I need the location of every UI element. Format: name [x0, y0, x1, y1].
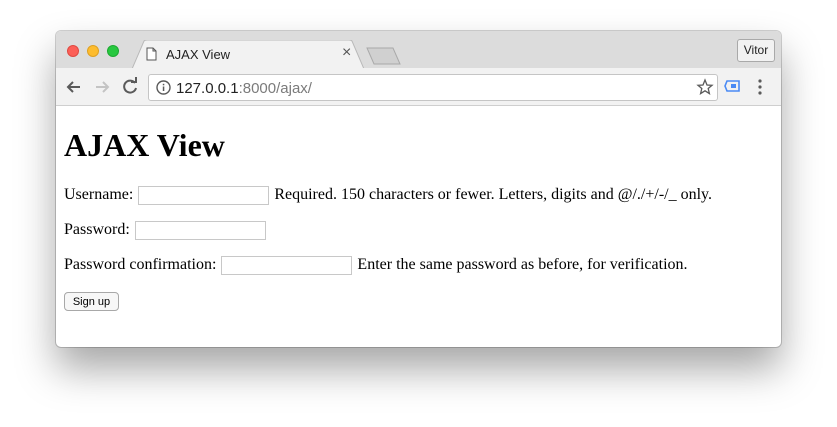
password-confirmation-input[interactable] [221, 256, 353, 275]
password-confirmation-label: Password confirmation: [64, 256, 217, 274]
window-close-button[interactable] [67, 45, 79, 57]
url-text: 127.0.0.1:8000/ajax/ [176, 80, 312, 97]
password-input[interactable] [134, 221, 266, 240]
star-icon[interactable] [696, 78, 714, 96]
tab-ajax-view[interactable]: AJAX View × [132, 40, 364, 69]
password-label: Password: [64, 221, 130, 239]
toolbar: 127.0.0.1:8000/ajax/ [56, 68, 781, 106]
browser-window: AJAX View × Vitor 127.0.0.1:8000/ajax/ A… [56, 31, 781, 347]
username-help-text: Required. 150 characters or fewer. Lette… [274, 186, 713, 204]
password-row: Password: [64, 221, 267, 240]
window-zoom-button[interactable] [107, 45, 119, 57]
arrow-left-icon[interactable] [64, 77, 84, 97]
page-heading: AJAX View [64, 127, 225, 163]
kebab-menu-icon[interactable] [756, 78, 764, 96]
close-icon[interactable]: × [342, 43, 351, 63]
extension-icon[interactable] [724, 78, 742, 94]
new-tab-button[interactable] [366, 47, 402, 65]
window-minimize-button[interactable] [87, 45, 99, 57]
reload-icon[interactable] [120, 77, 140, 97]
sign-up-button[interactable]: Sign up [64, 292, 119, 311]
arrow-right-icon[interactable] [92, 77, 112, 97]
password-confirmation-help-text: Enter the same password as before, for v… [357, 256, 688, 274]
tab-title: AJAX View [166, 47, 231, 62]
username-row: Username: Required. 150 characters or fe… [64, 186, 712, 205]
username-input[interactable] [138, 186, 270, 205]
url-host: 127.0.0.1 [176, 80, 239, 97]
url-path: :8000/ajax/ [238, 80, 312, 97]
page-content: AJAX View Username: Required. 150 charac… [56, 107, 781, 347]
password-confirmation-row: Password confirmation: Enter the same pa… [64, 256, 688, 275]
page-icon [146, 47, 157, 61]
address-bar[interactable]: 127.0.0.1:8000/ajax/ [148, 74, 718, 101]
tab-strip: AJAX View × Vitor [56, 31, 781, 69]
username-label: Username: [64, 186, 134, 204]
info-icon[interactable] [156, 80, 171, 95]
profile-button[interactable]: Vitor [737, 39, 775, 62]
